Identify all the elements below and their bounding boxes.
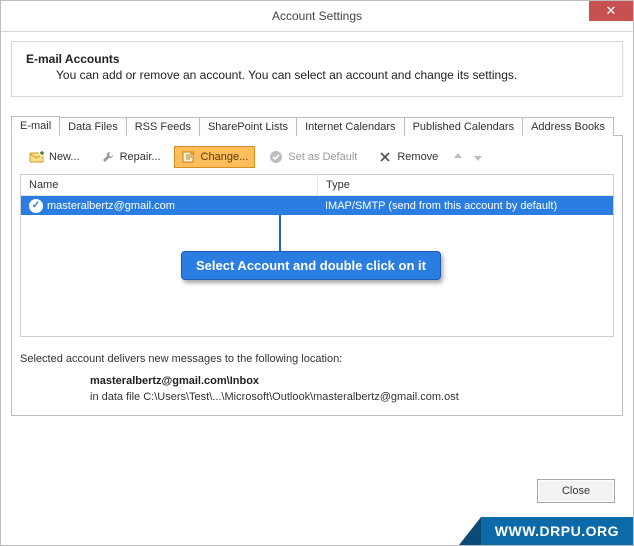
header-panel: E-mail Accounts You can add or remove an…	[11, 41, 623, 97]
delivery-path: in data file C:\Users\Test\...\Microsoft…	[90, 391, 614, 403]
tab-label: RSS Feeds	[135, 121, 191, 133]
watermark-ribbon: WWW.DRPU.ORG	[459, 517, 633, 545]
title-bar: Account Settings ✕	[1, 1, 633, 32]
close-button[interactable]: Close	[537, 479, 615, 503]
tab-address-books[interactable]: Address Books	[522, 117, 614, 136]
tab-label: E-mail	[20, 120, 51, 132]
tab-sharepoint-lists[interactable]: SharePoint Lists	[199, 117, 297, 136]
mail-new-icon	[29, 149, 45, 165]
remove-label: Remove	[397, 151, 438, 163]
delivery-info: Selected account delivers new messages t…	[20, 353, 614, 403]
list-body: ✓ masteralbertz@gmail.com IMAP/SMTP (sen…	[21, 196, 613, 336]
move-up-button	[451, 150, 465, 164]
tab-data-files[interactable]: Data Files	[59, 117, 127, 136]
close-label: Close	[562, 485, 590, 497]
tab-internet-calendars[interactable]: Internet Calendars	[296, 117, 405, 136]
window-close-button[interactable]: ✕	[589, 1, 633, 21]
tab-published-calendars[interactable]: Published Calendars	[404, 117, 524, 136]
tab-container: E-mail Data Files RSS Feeds SharePoint L…	[11, 115, 623, 416]
set-default-button: Set as Default	[261, 146, 364, 168]
account-type: IMAP/SMTP (send from this account by def…	[325, 200, 557, 212]
check-circle-icon	[268, 149, 284, 165]
delivery-intro: Selected account delivers new messages t…	[20, 353, 614, 365]
default-account-icon: ✓	[29, 199, 43, 213]
change-button[interactable]: Change...	[174, 146, 256, 168]
account-name: masteralbertz@gmail.com	[47, 200, 175, 212]
list-header: Name Type	[21, 175, 613, 196]
header-title: E-mail Accounts	[26, 52, 608, 66]
tab-label: Published Calendars	[413, 121, 515, 133]
tab-label: Address Books	[531, 121, 605, 133]
header-subtitle: You can add or remove an account. You ca…	[56, 68, 608, 82]
new-button[interactable]: New...	[22, 146, 87, 168]
remove-button[interactable]: Remove	[370, 146, 445, 168]
new-label: New...	[49, 151, 80, 163]
window-title: Account Settings	[1, 9, 633, 23]
move-down-button	[471, 150, 485, 164]
repair-label: Repair...	[120, 151, 161, 163]
tab-label: Internet Calendars	[305, 121, 396, 133]
watermark-text: WWW.DRPU.ORG	[481, 517, 633, 545]
account-name-cell: ✓ masteralbertz@gmail.com	[21, 199, 317, 213]
account-row[interactable]: ✓ masteralbertz@gmail.com IMAP/SMTP (sen…	[21, 196, 613, 215]
column-type[interactable]: Type	[318, 175, 613, 195]
instruction-callout: Select Account and double click on it	[181, 251, 441, 280]
set-default-label: Set as Default	[288, 151, 357, 163]
change-label: Change...	[201, 151, 249, 163]
accounts-toolbar: New... Repair... Change...	[20, 144, 614, 174]
accounts-list[interactable]: Name Type ✓ masteralbertz@gmail.com IMAP…	[20, 174, 614, 337]
tab-rss-feeds[interactable]: RSS Feeds	[126, 117, 200, 136]
wrench-icon	[100, 149, 116, 165]
tab-strip: E-mail Data Files RSS Feeds SharePoint L…	[11, 115, 623, 135]
column-name[interactable]: Name	[21, 175, 318, 195]
remove-x-icon	[377, 149, 393, 165]
callout-pointer	[279, 215, 281, 253]
tab-page-email: New... Repair... Change...	[11, 135, 623, 416]
ribbon-edge	[459, 517, 481, 545]
delivery-destination: masteralbertz@gmail.com\Inbox	[90, 375, 614, 387]
change-icon	[181, 149, 197, 165]
repair-button[interactable]: Repair...	[93, 146, 168, 168]
dialog-window: Account Settings ✕ E-mail Accounts You c…	[0, 0, 634, 546]
close-icon: ✕	[606, 3, 617, 19]
tab-label: Data Files	[68, 121, 118, 133]
account-type-cell: IMAP/SMTP (send from this account by def…	[317, 200, 613, 212]
tab-email[interactable]: E-mail	[11, 116, 60, 136]
tab-label: SharePoint Lists	[208, 121, 288, 133]
